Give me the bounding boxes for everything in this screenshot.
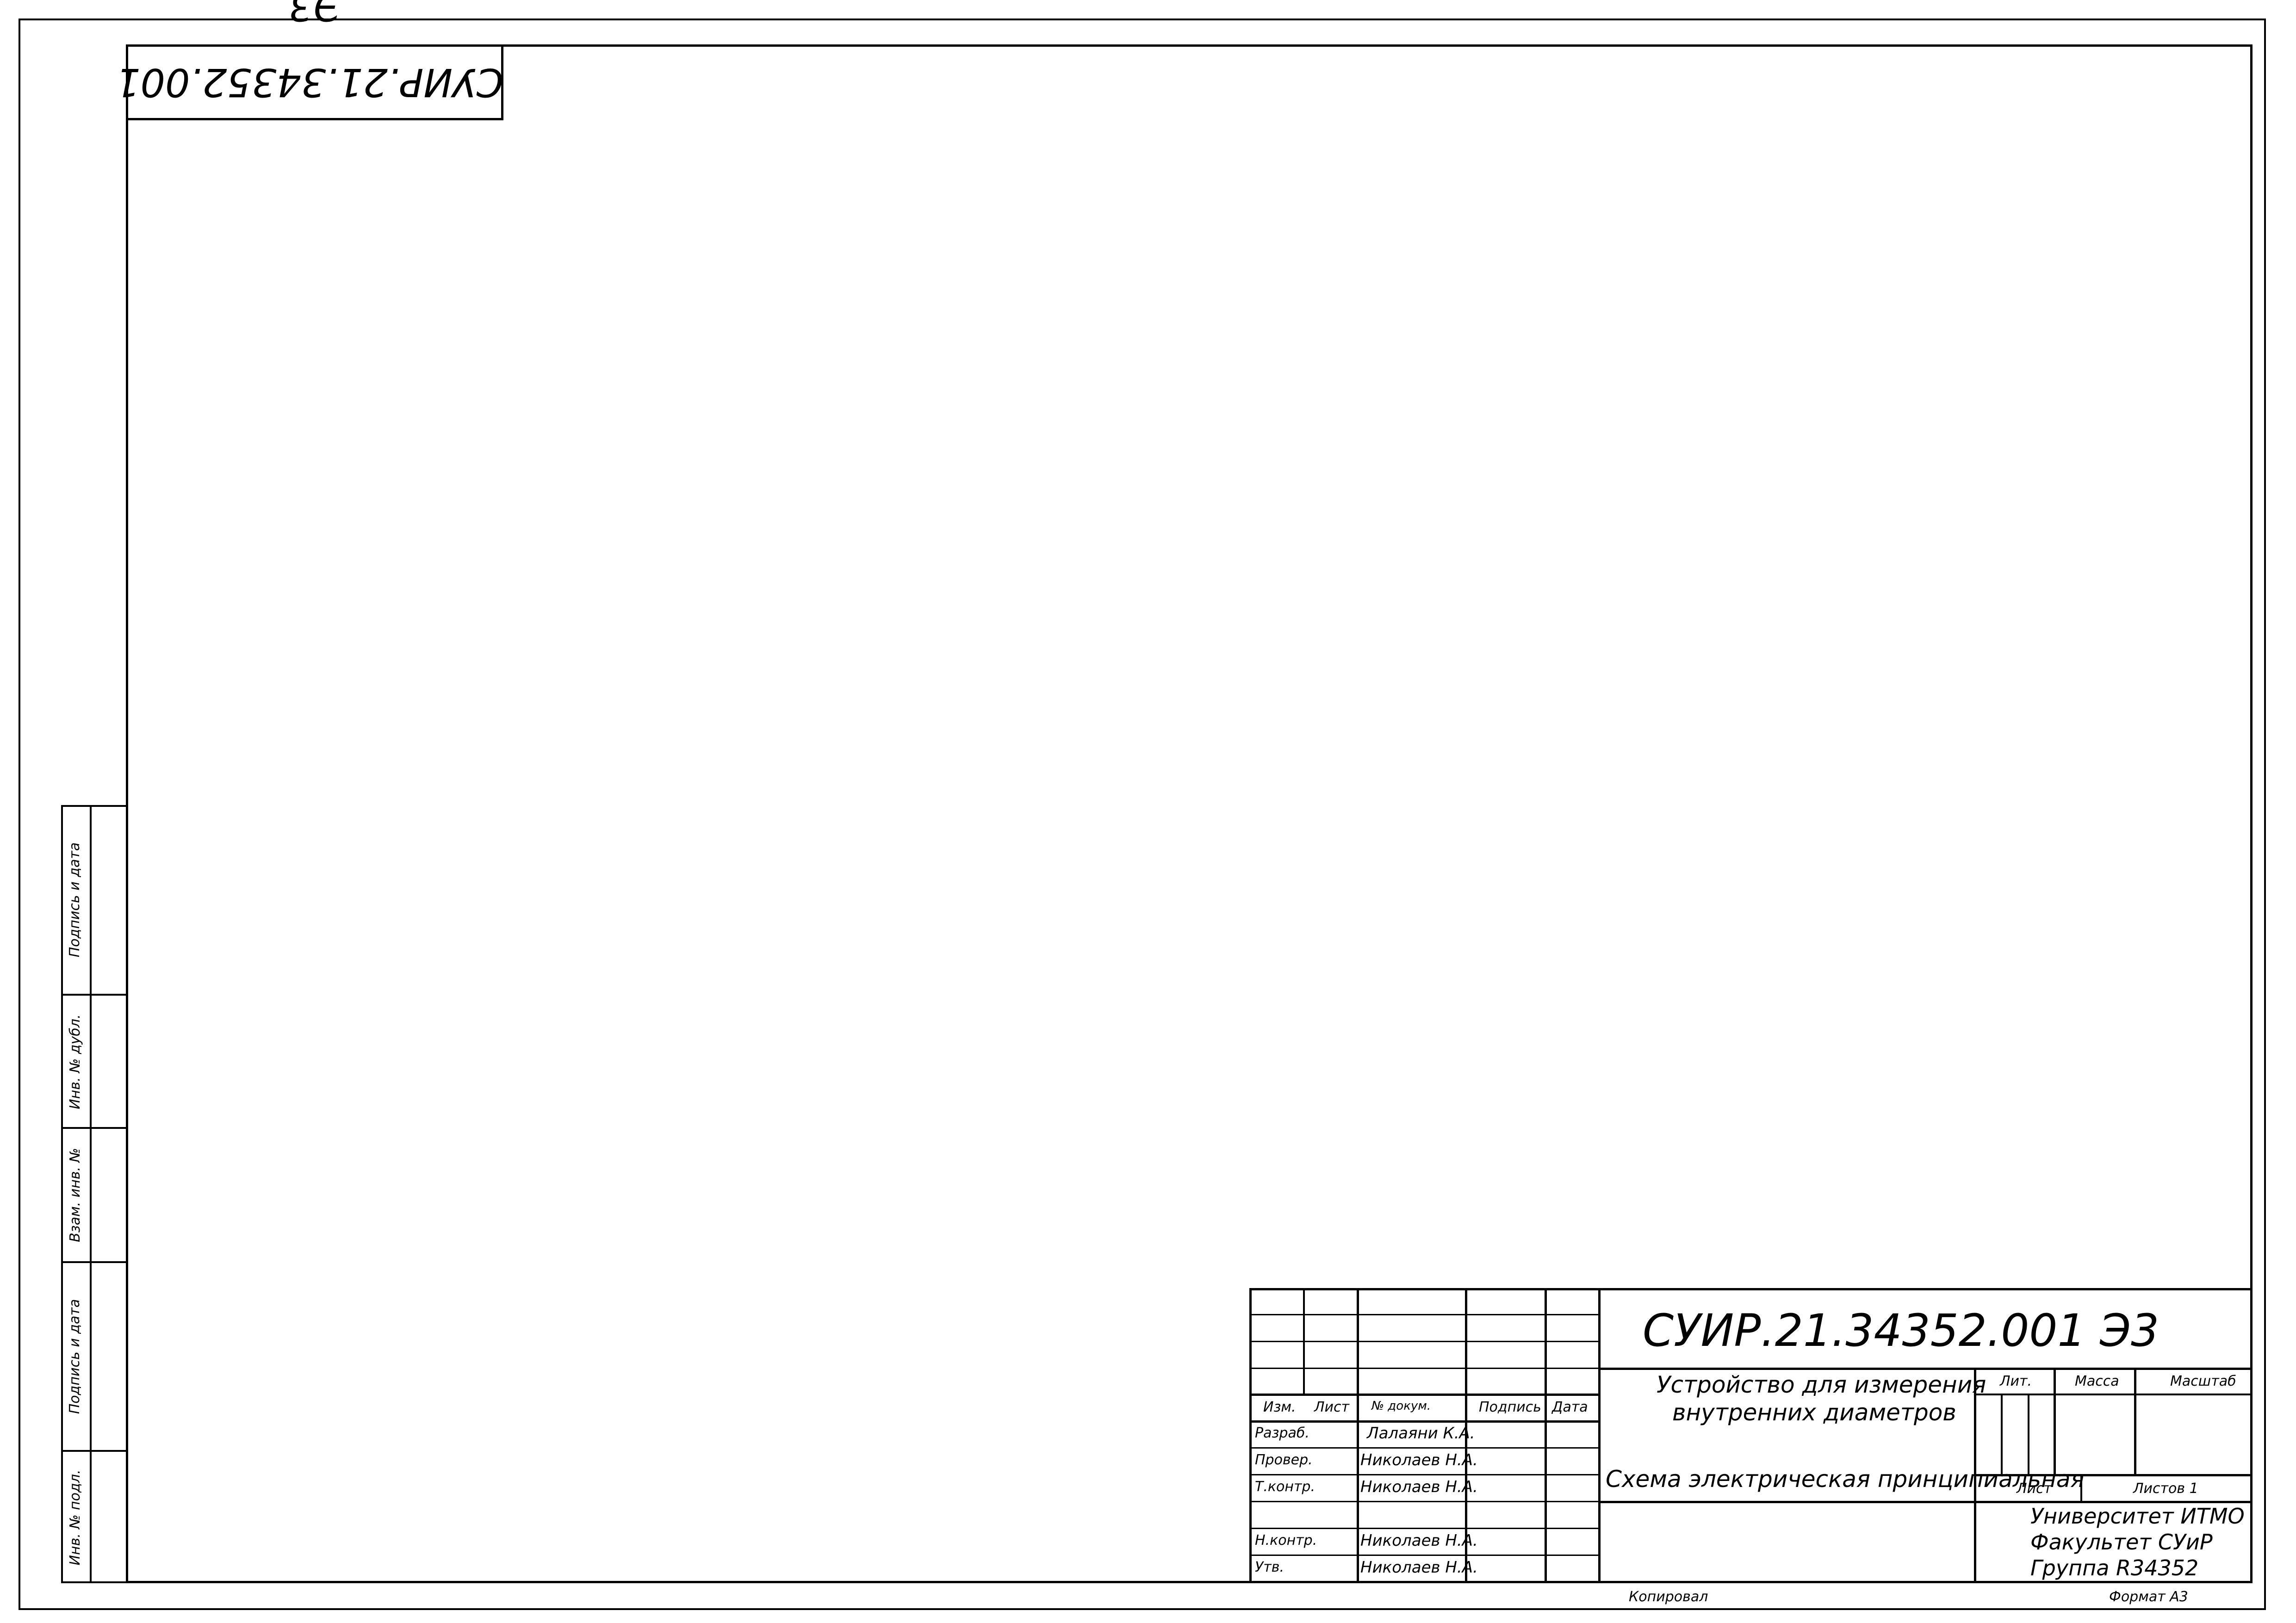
role-prover: Провер. (1255, 1452, 1313, 1468)
tb-mass-left (2054, 1368, 2056, 1474)
name-tkontr: Николаев Н.А. (1360, 1478, 1478, 1496)
title-doc-type: Схема электрическая принципиальная (1606, 1466, 2085, 1493)
rotated-code-text: СУИР.21.34352.001 Э3 (116, 0, 503, 105)
side-label-sign-date-2: Подпись и дата (67, 1299, 83, 1414)
tb-scale-left (2134, 1368, 2136, 1474)
label-massa: Масса (2075, 1373, 2119, 1389)
name-nkontr: Николаев Н.А. (1360, 1531, 1478, 1550)
side-label-sign-date-1: Подпись и дата (67, 842, 83, 958)
label-lit: Лит. (2000, 1373, 2032, 1389)
header-izm: Изм. (1263, 1399, 1296, 1415)
side-label-dup-inv: Инв. № дубл. (67, 1014, 83, 1109)
footer-format: Формат А3 (2109, 1589, 2188, 1605)
tb-v2 (1357, 1288, 1359, 1583)
label-sheets: Листов 1 (2133, 1481, 2198, 1497)
name-utv: Николаев Н.А. (1360, 1558, 1478, 1577)
tb-v1 (1303, 1288, 1305, 1395)
tb-name-bottom (1598, 1501, 1974, 1503)
side-strip-divider (90, 805, 92, 1583)
tb-lit-c1 (2001, 1394, 2003, 1474)
header-list: Лист (1314, 1399, 1350, 1415)
label-sheet: Лист (2017, 1481, 2052, 1497)
tb-sheet-bottom (1974, 1501, 2253, 1503)
tb-lit-c2 (2028, 1394, 2029, 1474)
role-utv: Утв. (1255, 1559, 1284, 1575)
tb-lit-head-bottom (1974, 1394, 2253, 1395)
org-university: Университет ИТМО (2030, 1504, 2245, 1529)
org-group: Группа R34352 (2030, 1555, 2199, 1580)
footer-copied: Копировал (1629, 1589, 1708, 1605)
role-nkontr: Н.контр. (1255, 1532, 1317, 1549)
tb-code-bottom (1598, 1368, 2253, 1370)
name-razrab: Лалаяни К.А. (1367, 1424, 1475, 1443)
org-faculty: Факультет СУиР (2030, 1530, 2213, 1555)
tb-v4 (1545, 1288, 1547, 1583)
label-masshtab: Масштаб (2170, 1373, 2236, 1389)
header-date: Дата (1552, 1399, 1588, 1415)
header-ndoc: № докум. (1371, 1399, 1431, 1413)
side-label-replace-inv: Взам. инв. № (67, 1148, 83, 1242)
title-name-line2: внутренних диаметров (1672, 1399, 1956, 1426)
side-label-orig-inv: Инв. № подл. (67, 1469, 83, 1566)
role-razrab: Разраб. (1255, 1425, 1309, 1441)
title-code: СУИР.21.34352.001 Э3 (1643, 1305, 2159, 1357)
header-sign: Подпись (1479, 1399, 1541, 1415)
name-prover: Николаев Н.А. (1360, 1451, 1478, 1469)
role-tkontr: Т.контр. (1255, 1479, 1316, 1495)
tb-v5 (1598, 1288, 1601, 1583)
title-name-line1: Устройство для измерения (1657, 1371, 1986, 1398)
